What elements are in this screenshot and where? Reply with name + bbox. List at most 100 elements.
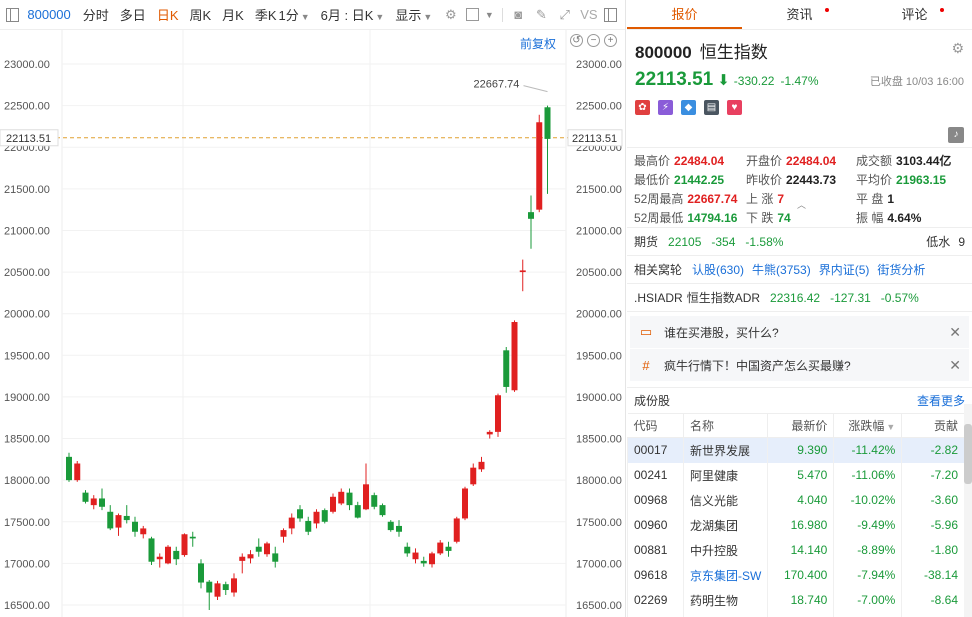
pen-icon[interactable]: ✎ (534, 7, 549, 23)
tab-timeshare[interactable]: 分时 (83, 5, 109, 24)
tab-news[interactable]: 资讯 (742, 0, 857, 29)
candle-body (453, 518, 460, 542)
warrant-link-cbbc[interactable]: 牛熊(3753) (752, 261, 811, 278)
stat-value: 21442.25 (674, 173, 725, 187)
gear-icon[interactable]: ⚙ (951, 40, 964, 57)
sidebar-toggle-icon[interactable] (6, 7, 20, 22)
tab-quote[interactable]: 报价 (627, 0, 742, 29)
price-change: -330.22 (733, 74, 775, 88)
panel-tabs: 报价 资讯 评论 (627, 0, 972, 30)
cell-code: 00968 (627, 487, 684, 513)
y-tick-label-right: 21000.00 (576, 225, 622, 237)
candle-body (181, 534, 188, 556)
cell-name: 新世界发展 (682, 437, 768, 463)
zoom-out-icon[interactable]: − (587, 34, 600, 47)
candle-body (264, 543, 270, 555)
tab-season-k[interactable]: 季K (255, 5, 277, 24)
notice-item[interactable]: ▭ 谁在买港股，买什么? ✕ (630, 316, 969, 348)
display-select[interactable]: 显示 ▼ (395, 5, 432, 24)
chevron-down-icon: ▼ (375, 12, 385, 22)
view-more-link[interactable]: 查看更多 (917, 392, 965, 409)
reset-icon[interactable]: ↺ (570, 34, 583, 47)
table-row[interactable]: 00241 阿里健康 5.470 -11.06% -7.20 (627, 462, 964, 488)
tab-monthly-k[interactable]: 月K (222, 5, 244, 24)
close-icon[interactable]: ✕ (949, 357, 961, 374)
table-row[interactable]: 00968 信义光能 4.040 -10.02% -3.60 (627, 487, 964, 513)
adr-change: -127.31 (830, 290, 871, 305)
col-price[interactable]: 最新价 (767, 413, 834, 438)
badge-row: ✿ ⚡ ◆ ▤ ♥ (635, 100, 964, 115)
warrant-link-inline[interactable]: 界内证(5) (819, 261, 870, 278)
favorite-heart-icon[interactable]: ♥ (727, 100, 742, 115)
notice-item[interactable]: # 疯牛行情下！中国资产怎么买最赚? ✕ (630, 349, 969, 381)
y-tick-label-left: 21000.00 (4, 225, 50, 237)
warrants-label: 相关窝轮 (634, 263, 683, 277)
stat-item: 成交额 3103.44亿 (856, 152, 972, 169)
tab-weekly-k[interactable]: 周K (189, 5, 211, 24)
candle-body (66, 456, 72, 481)
col-code[interactable]: 代码 (627, 413, 684, 438)
y-tick-label-left: 20500.00 (4, 267, 50, 279)
col-name[interactable]: 名称 (682, 413, 768, 438)
stock-code[interactable]: 800000 (27, 7, 70, 22)
hash-icon: # (642, 357, 650, 373)
tab-daily-k[interactable]: 日K (157, 5, 179, 24)
close-icon[interactable]: ✕ (949, 324, 961, 341)
chevron-down-icon[interactable]: ▼ (485, 10, 494, 20)
futures-row[interactable]: 期货 22105 -354 -1.58% 低水 9 (627, 228, 972, 256)
bell-icon[interactable]: ♪ (948, 127, 964, 143)
kline-svg[interactable]: 23000.00 23000.0022500.00 22500.0022000.00… (0, 30, 626, 617)
camera-icon[interactable]: ◙ (511, 7, 526, 23)
warrant-link-analysis[interactable]: 街货分析 (877, 261, 925, 278)
scrollbar-thumb[interactable] (964, 424, 972, 484)
constituents-body: 00017 新世界发展 9.390 -11.42% -2.82 00241 阿里健康 5.47… (627, 437, 964, 617)
adr-name: 恒生指数ADR (686, 291, 761, 305)
overlay-checkbox[interactable] (466, 8, 479, 21)
cell-change-pct: -6.97% (833, 612, 902, 617)
adr-row[interactable]: .HSIADR 恒生指数ADR 22316.42 -127.31 -0.57% (627, 284, 972, 312)
table-row[interactable]: 00960 龙湖集团 16.980 -9.49% -5.96 (627, 512, 964, 538)
table-row[interactable]: 09618 京东集团-SW 170.400 -7.94% -38.14 (627, 562, 964, 588)
table-row[interactable]: 02269 药明生物 18.740 -7.00% -8.64 (627, 587, 964, 613)
adjust-mode-label[interactable]: 前复权 (520, 35, 556, 52)
cell-name: 信义光能 (682, 487, 768, 513)
stat-value: 14794.16 (687, 211, 738, 225)
candle-body (470, 467, 477, 485)
col-contribution[interactable]: 贡献 (901, 413, 964, 438)
kline-chart[interactable]: 23000.00 23000.00 22500.00 22500.00 22000.00… (0, 30, 626, 617)
market-status: 已收盘 10/03 16:00 (869, 76, 964, 88)
warrant-link-call[interactable]: 认股(630) (692, 261, 744, 278)
lightning-icon[interactable]: ⚡ (658, 100, 673, 115)
table-row[interactable]: 00881 中升控股 14.140 -8.89% -1.80 (627, 537, 964, 563)
cell-price: 33.350 (767, 612, 834, 617)
stat-item: 52周最高 22667.74 (634, 190, 746, 207)
stat-value: 22484.04 (786, 154, 837, 168)
col-change-pct[interactable]: 涨跌幅 ▼ (833, 413, 902, 438)
compare-button[interactable]: VS (580, 7, 597, 22)
scrollbar[interactable] (964, 404, 972, 617)
table-row[interactable]: 00017 新世界发展 9.390 -11.42% -2.82 (627, 437, 964, 463)
cell-contribution: -1.80 (901, 537, 964, 563)
cell-price: 16.980 (767, 512, 834, 538)
minute-select[interactable]: 1分 ▼ (279, 5, 310, 24)
fullscreen-icon[interactable]: ⤢ (557, 7, 572, 23)
chevron-up-icon[interactable]: ︿ (797, 198, 806, 211)
chevron-down-icon: ▼ (423, 12, 433, 22)
tab-multiday[interactable]: 多日 (120, 5, 146, 24)
candle-body (354, 505, 361, 518)
candle-body (363, 484, 369, 510)
constituents-table: 代码 名称 最新价 涨跌幅 ▼ 贡献 00017 新世界发展 9.390 -11.42%… (627, 413, 964, 617)
period-select[interactable]: 6月 : 日K ▼ (321, 5, 385, 24)
split-view-icon[interactable] (603, 7, 617, 22)
tag-icon[interactable]: ◆ (681, 100, 696, 115)
tab-comments[interactable]: 评论 (857, 0, 972, 29)
settings-icon[interactable]: ⚙ (443, 7, 458, 23)
y-tick-label-left: 18500.00 (4, 434, 50, 446)
basis-label: 低水 (926, 235, 951, 249)
note-icon[interactable]: ▤ (704, 100, 719, 115)
hk-flag-icon[interactable]: ✿ (635, 100, 650, 115)
stat-item: 开盘价 22484.04 (746, 152, 856, 169)
zoom-in-icon[interactable]: + (604, 34, 617, 47)
candle-body (387, 521, 394, 531)
table-row[interactable]: 06618京东健康33.350-6.97%-4.54 (627, 612, 964, 617)
